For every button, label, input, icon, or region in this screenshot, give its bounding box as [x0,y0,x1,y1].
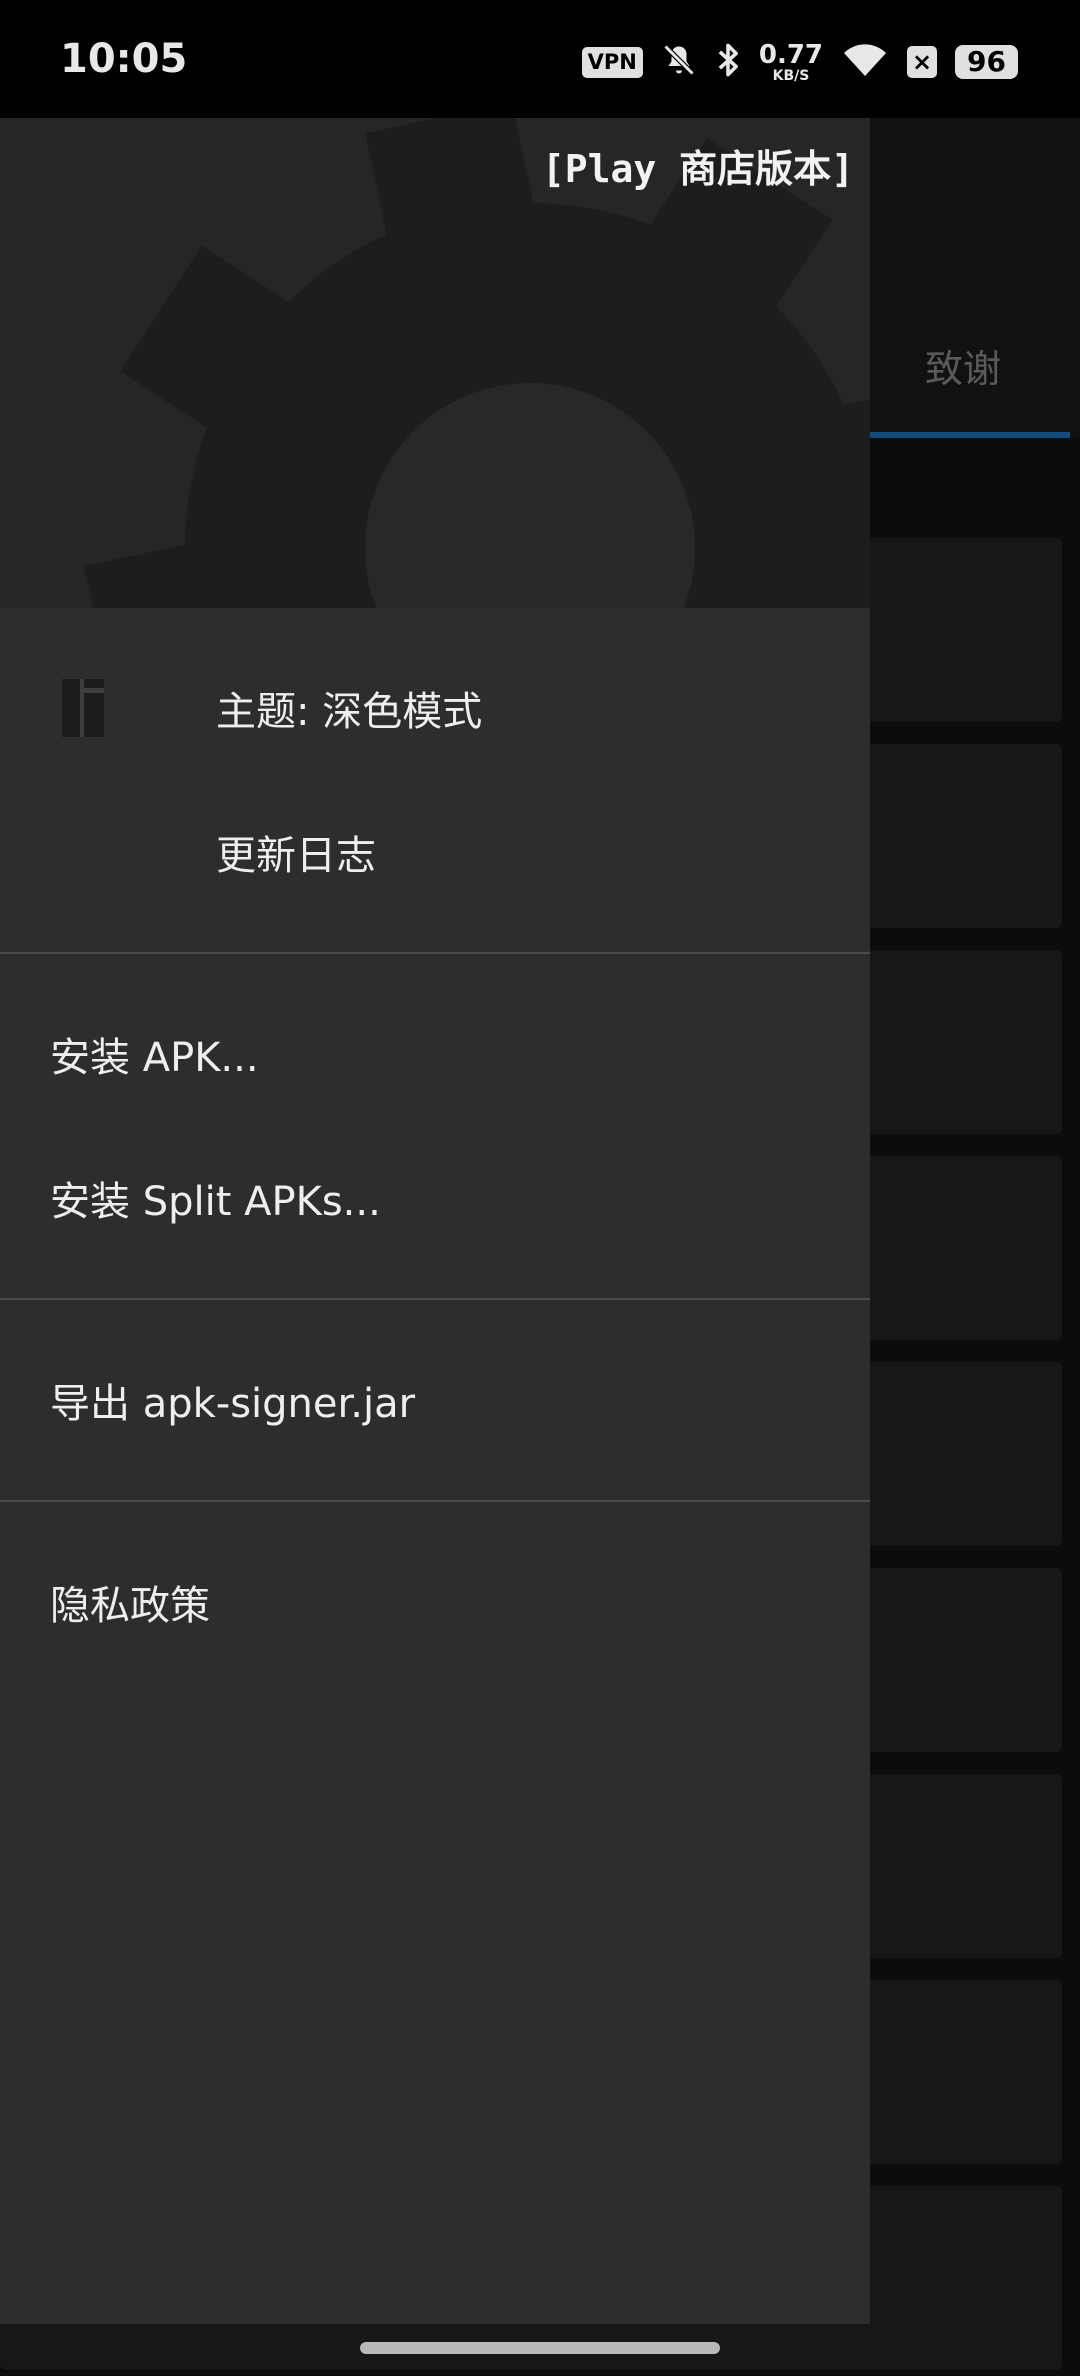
version-label: [Play 商店版本] [541,147,854,191]
menu-item-label: 安装 APK... [50,1035,259,1081]
menu-item-label: 导出 apk-signer.jar [50,1381,416,1427]
net-speed-value: 0.77 [758,39,824,70]
menu-item-install-apk[interactable]: 安装 APK... [0,982,870,1126]
menu-item-changelog[interactable]: 更新日志 [0,780,870,924]
bell-off-icon [661,41,697,83]
net-speed: 0.77 KB/S [759,42,823,83]
menu-item-privacy-policy[interactable]: 隐私政策 [0,1530,870,1674]
status-time: 10:05 [60,36,188,82]
menu-item-label: 隐私政策 [50,1583,210,1629]
divider [0,1298,870,1300]
bluetooth-icon [715,40,741,84]
status-bar: 10:05 VPN 0.77 KB/S × 96 [0,0,1080,118]
gesture-nav-handle[interactable] [360,2342,720,2354]
screen: 10:05 VPN 0.77 KB/S × 96 致谢 [Play 商店版本] … [0,0,1080,2376]
menu-item-theme[interactable]: 主题: 深色模式 [0,636,870,780]
vpn-icon: VPN [581,46,643,78]
menu-item-export-apk-signer[interactable]: 导出 apk-signer.jar [0,1328,870,1472]
navigation-drawer: [Play 商店版本] 主题: 深色模式 更新日志 安装 APK... 安装 S… [0,118,870,2324]
divider [0,952,870,954]
divider [0,1500,870,1502]
sim-off-icon: × [907,46,938,78]
wifi-icon [841,40,889,84]
menu-item-label: 安装 Split APKs... [50,1179,381,1225]
status-icons: VPN 0.77 KB/S × 96 [581,40,1018,84]
theme-icon [62,679,104,737]
drawer-header: [Play 商店版本] [0,118,870,608]
battery-icon: 96 [955,45,1018,79]
menu-item-label: 更新日志 [216,833,376,879]
menu-item-label: 主题: 深色模式 [216,689,483,735]
net-speed-unit: KB/S [772,67,810,84]
menu-item-install-split-apks[interactable]: 安装 Split APKs... [0,1126,870,1270]
